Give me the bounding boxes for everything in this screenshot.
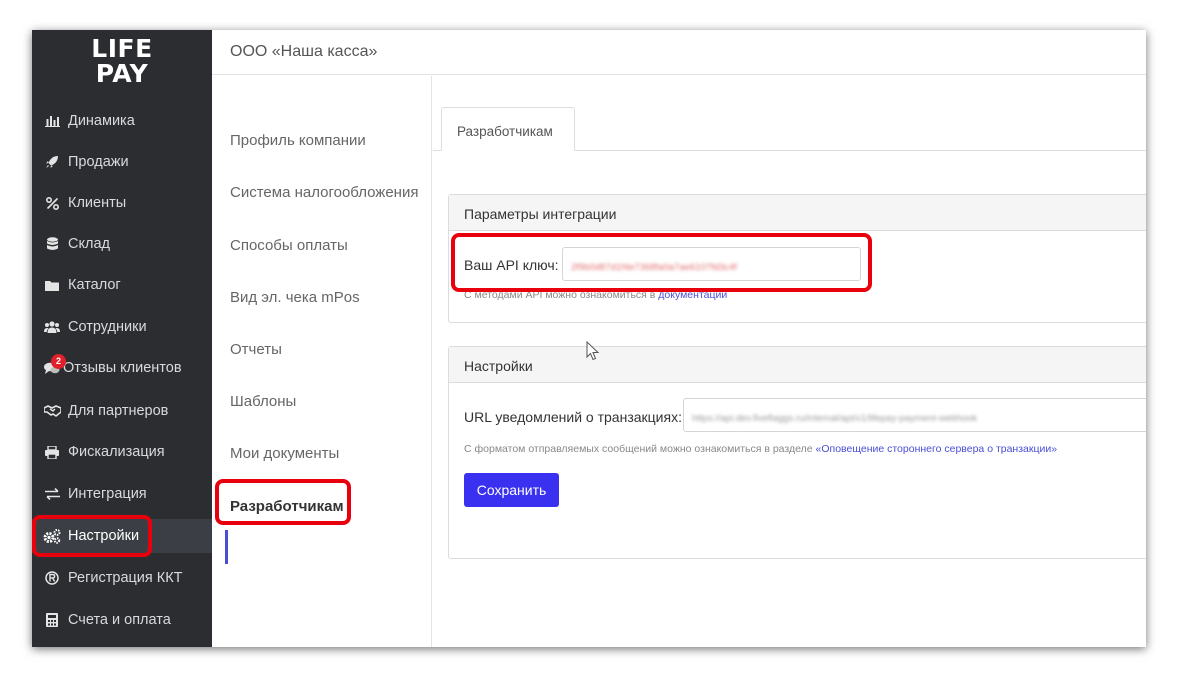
sidebar-item-integration[interactable]: Интеграция [32, 477, 212, 511]
sidebar-item-label: Сотрудники [68, 319, 147, 335]
api-key-value: 2f9b0d87d1f4e7368fa0a7ae6107fd3c4f [571, 262, 737, 273]
sidebar-item-clients[interactable]: Клиенты [32, 186, 212, 220]
app-window: LIFE PAY Динамика Продажи Клиенты Склад … [32, 30, 1146, 647]
menu-item-templates[interactable]: Шаблоны [230, 393, 296, 410]
sidebar-item-label: Динамика [68, 113, 135, 129]
sidebar-item-settings[interactable]: Настройки [32, 519, 212, 553]
sidebar-item-catalog[interactable]: Каталог [32, 268, 212, 302]
sidebar-item-billing[interactable]: Счета и оплата [32, 603, 212, 637]
sidebar-item-kkt-registration[interactable]: Регистрация ККТ [32, 561, 212, 595]
company-name: ООО «Наша касса» [230, 43, 378, 60]
sidebar-item-label: Счета и оплата [68, 612, 171, 628]
registered-icon [32, 571, 66, 585]
sidebar-item-fiscalization[interactable]: Фискализация [32, 435, 212, 469]
webhook-url-field[interactable]: https://api.dev.fiveflaggs.ru/internal/a… [683, 398, 1146, 432]
sidebar-item-label: Настройки [68, 528, 140, 544]
server-notification-link[interactable]: «Оповещение стороннего сервера о транзак… [816, 443, 1058, 455]
mouse-cursor-icon [586, 341, 600, 361]
sidebar-item-label: Продажи [68, 154, 129, 170]
webhook-url-value: https://api.dev.fiveflaggs.ru/internal/a… [692, 413, 977, 424]
sidebar-item-label: Отзывы клиентов [63, 360, 182, 376]
sidebar-item-sales[interactable]: Продажи [32, 145, 212, 179]
message-format-hint: С форматом отправляемых сообщений можно … [464, 443, 1057, 455]
cogs-icon [32, 528, 66, 544]
active-indicator [225, 530, 228, 564]
url-label: URL уведомлений о транзакциях: [464, 409, 682, 425]
menu-item-mpos-receipt[interactable]: Вид эл. чека mPos [230, 289, 360, 306]
settings-menu: Профиль компании Система налогообложения… [212, 76, 432, 647]
hint-text: С методами API можно ознакомиться в [464, 289, 659, 301]
notification-badge: 2 [51, 354, 66, 369]
logo-line-2: PAY [95, 59, 149, 88]
main-content: Разработчикам Параметры интеграции Ваш A… [433, 76, 1146, 647]
logo-line-1: LIFE [91, 34, 153, 63]
sidebar-item-employees[interactable]: Сотрудники [32, 310, 212, 344]
bar-chart-icon [32, 115, 66, 127]
menu-item-company-profile[interactable]: Профиль компании [230, 132, 366, 149]
documentation-link[interactable]: документации [658, 289, 727, 301]
sidebar-item-reviews[interactable]: 2 Отзывы клиентов [32, 351, 212, 385]
sidebar-item-dynamics[interactable]: Динамика [32, 104, 212, 138]
sidebar-item-label: Клиенты [68, 195, 127, 211]
printer-icon [32, 445, 66, 459]
save-button[interactable]: Сохранить [464, 473, 559, 507]
menu-item-tax-system[interactable]: Система налогообложения [230, 184, 418, 201]
sidebar-item-label: Фискализация [68, 444, 165, 460]
sidebar-item-warehouse[interactable]: Склад [32, 227, 212, 261]
rocket-icon [32, 155, 66, 169]
sidebar-item-partners[interactable]: Для партнеров [32, 394, 212, 428]
sidebar-item-label: Для партнеров [68, 403, 169, 419]
menu-item-developers[interactable]: Разработчикам [230, 498, 344, 515]
top-header: ООО «Наша касса» [212, 30, 1146, 75]
calculator-icon [32, 613, 66, 627]
percent-icon [32, 196, 66, 210]
api-key-field[interactable]: 2f9b0d87d1f4e7368fa0a7ae6107fd3c4f [562, 247, 861, 281]
settings-panel: Настройки URL уведомлений о транзакциях:… [448, 346, 1146, 559]
exchange-icon [32, 488, 66, 500]
sidebar-item-label: Регистрация ККТ [68, 570, 183, 586]
api-key-label: Ваш API ключ: [464, 257, 559, 273]
sidebar-item-label: Каталог [68, 277, 121, 293]
sidebar-item-label: Интеграция [68, 486, 147, 502]
integration-panel: Параметры интеграции Ваш API ключ: 2f9b0… [448, 194, 1146, 323]
handshake-icon [32, 405, 66, 417]
panel-title: Настройки [449, 347, 1146, 383]
hint-text: С форматом отправляемых сообщений можно … [464, 443, 816, 455]
tab-developers[interactable]: Разработчикам [441, 107, 575, 151]
menu-item-payment-methods[interactable]: Способы оплаты [230, 237, 348, 254]
folder-icon [32, 280, 66, 291]
sidebar-item-label: Склад [68, 236, 110, 252]
sidebar: LIFE PAY Динамика Продажи Клиенты Склад … [32, 30, 212, 647]
users-icon [32, 320, 66, 334]
menu-item-my-documents[interactable]: Мои документы [230, 445, 339, 462]
database-icon [32, 237, 66, 251]
lifepay-logo[interactable]: LIFE PAY [32, 36, 212, 86]
panel-title: Параметры интеграции [449, 195, 1146, 231]
api-docs-hint: С методами API можно ознакомиться в доку… [464, 289, 727, 301]
menu-item-reports[interactable]: Отчеты [230, 341, 282, 358]
